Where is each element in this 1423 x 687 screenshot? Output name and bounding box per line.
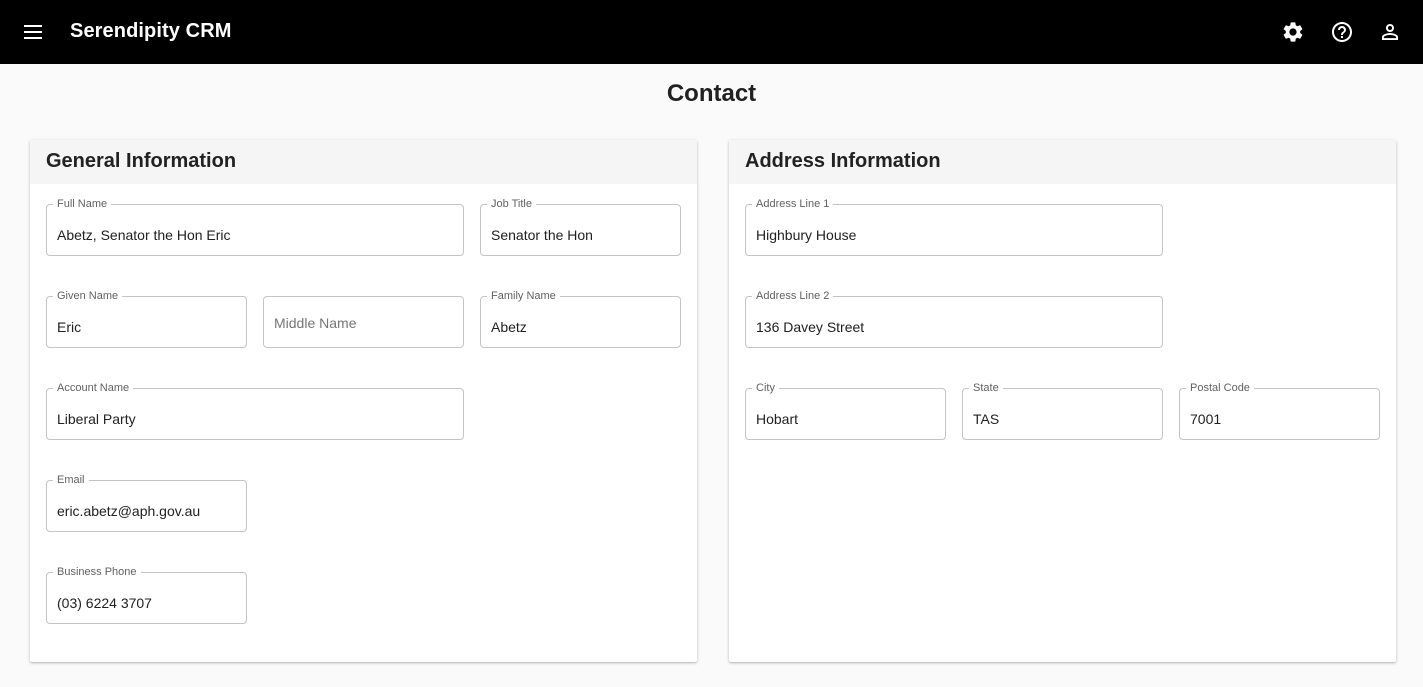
- email-field[interactable]: Email: [46, 473, 247, 532]
- postal-code-input[interactable]: [1190, 409, 1369, 429]
- state-field[interactable]: State: [962, 381, 1163, 440]
- city-field[interactable]: City: [745, 381, 946, 440]
- gear-icon[interactable]: [1281, 20, 1305, 44]
- middle-name-input[interactable]: [274, 313, 453, 333]
- app-title: Serendipity CRM: [70, 20, 232, 42]
- address-line-2-input[interactable]: [756, 317, 1152, 337]
- address-information-heading: Address Information: [729, 140, 1396, 184]
- account-name-input[interactable]: [57, 409, 453, 429]
- account-name-label: Account Name: [53, 381, 134, 395]
- family-name-label: Family Name: [487, 289, 560, 303]
- full-name-input[interactable]: [57, 225, 453, 245]
- given-name-label: Given Name: [53, 289, 123, 303]
- family-name-input[interactable]: [491, 317, 670, 337]
- business-phone-input[interactable]: [57, 593, 236, 613]
- job-title-label: Job Title: [487, 197, 536, 211]
- address-line-1-input[interactable]: [756, 225, 1152, 245]
- job-title-field[interactable]: Job Title: [480, 197, 681, 256]
- postal-code-label: Postal Code: [1186, 381, 1254, 395]
- hamburger-menu-icon[interactable]: [22, 22, 44, 42]
- given-name-input[interactable]: [57, 317, 236, 337]
- email-input[interactable]: [57, 501, 236, 521]
- city-label: City: [752, 381, 779, 395]
- business-phone-field[interactable]: Business Phone: [46, 565, 247, 624]
- postal-code-field[interactable]: Postal Code: [1179, 381, 1380, 440]
- address-line-2-field[interactable]: Address Line 2: [745, 289, 1163, 348]
- middle-name-field[interactable]: [263, 296, 464, 348]
- city-input[interactable]: [756, 409, 935, 429]
- given-name-field[interactable]: Given Name: [46, 289, 247, 348]
- job-title-input[interactable]: [491, 225, 670, 245]
- help-circle-icon[interactable]: [1330, 20, 1354, 44]
- full-name-field[interactable]: Full Name: [46, 197, 464, 256]
- address-line-1-label: Address Line 1: [752, 197, 834, 211]
- state-label: State: [969, 381, 1003, 395]
- page-title: Contact: [666, 80, 757, 107]
- user-icon[interactable]: [1378, 20, 1402, 44]
- address-line-2-label: Address Line 2: [752, 289, 834, 303]
- full-name-label: Full Name: [53, 197, 112, 211]
- app-bar: Serendipity CRM: [0, 0, 1423, 64]
- state-input[interactable]: [973, 409, 1152, 429]
- address-line-1-field[interactable]: Address Line 1: [745, 197, 1163, 256]
- general-information-heading: General Information: [30, 140, 697, 184]
- family-name-field[interactable]: Family Name: [480, 289, 681, 348]
- general-information-card: General Information Full Name Job Title …: [30, 140, 697, 662]
- account-name-field[interactable]: Account Name: [46, 381, 464, 440]
- email-label: Email: [53, 473, 89, 487]
- business-phone-label: Business Phone: [53, 565, 141, 579]
- address-information-card: Address Information Address Line 1 Addre…: [729, 140, 1396, 662]
